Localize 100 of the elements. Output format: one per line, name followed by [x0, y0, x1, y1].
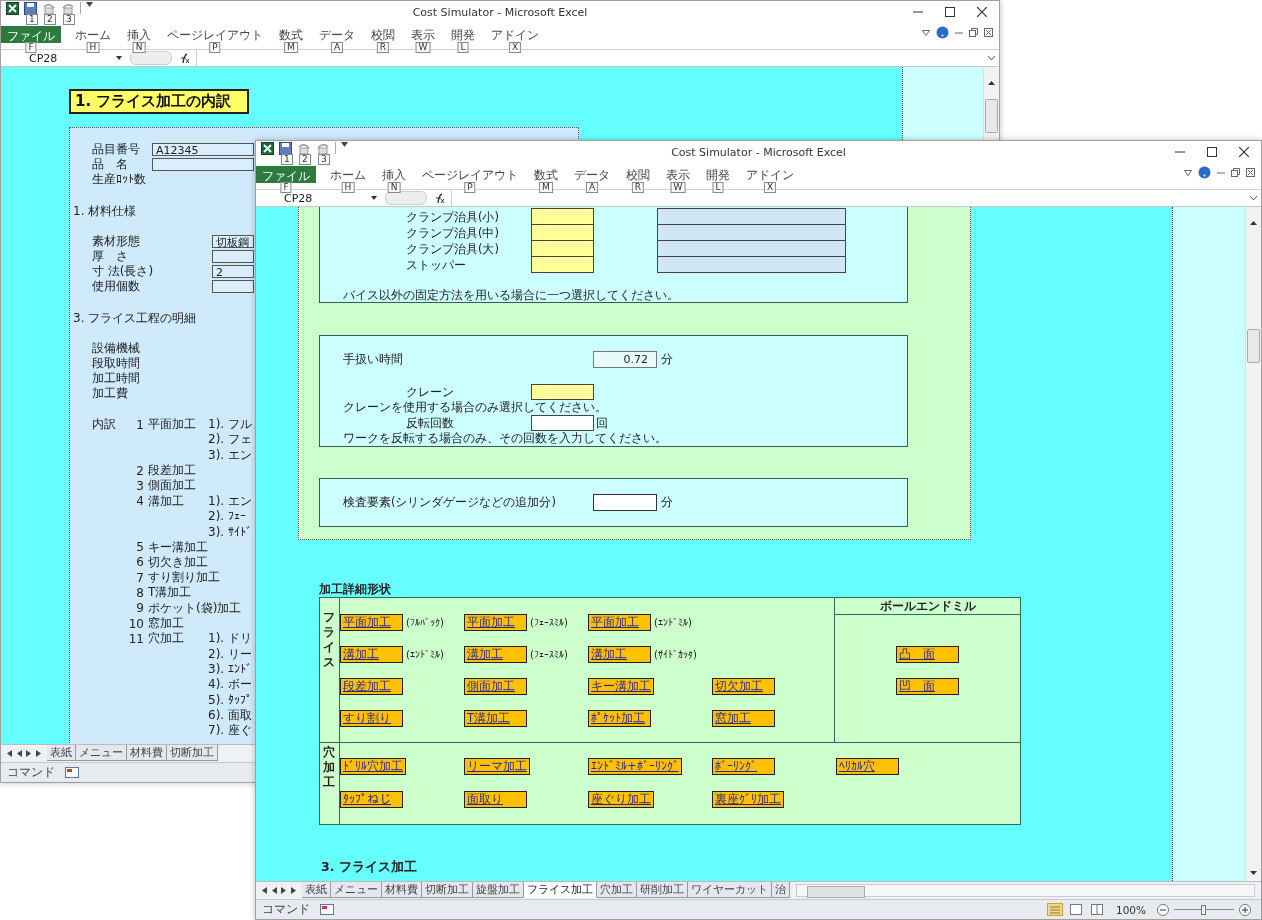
ribbon-tab[interactable]: ページレイアウト [165, 28, 265, 42]
sheet-tab[interactable]: 切断加工 [167, 745, 218, 761]
input-field[interactable]: 2 [212, 265, 254, 278]
ribbon-tab[interactable]: 挿入 [380, 168, 408, 182]
input-field[interactable] [152, 158, 254, 171]
ribbon-tab[interactable]: 数式 [532, 168, 560, 182]
link-button[interactable]: 平面加工 [464, 614, 527, 631]
collapse-ribbon-icon[interactable] [922, 29, 930, 36]
input-field[interactable] [212, 280, 254, 293]
zoom-out-icon[interactable] [1157, 903, 1169, 916]
link-button[interactable]: キー溝加工 [588, 678, 654, 695]
ribbon-tab[interactable]: アドイン [489, 28, 541, 42]
link-button[interactable]: 裏座ｸﾞﾘ加工 [712, 791, 784, 808]
link-button[interactable]: リーマ加工 [464, 758, 530, 775]
ribbon-tab[interactable]: 開発 [704, 168, 732, 182]
close-icon[interactable] [977, 7, 987, 17]
link-button[interactable]: 平面加工 [340, 614, 403, 631]
link-button[interactable]: ﾎﾞｰﾘﾝｸﾞ [712, 758, 775, 775]
function-icon[interactable] [433, 192, 445, 204]
dropdown-icon[interactable] [116, 56, 122, 60]
restore-icon[interactable] [1231, 168, 1240, 177]
down-arrow-icon[interactable] [1250, 871, 1257, 875]
sheet-tab[interactable]: 研削加工 [637, 882, 688, 898]
ribbon-tab[interactable]: データ [572, 168, 612, 182]
link-button[interactable]: すり割り [340, 710, 403, 727]
ribbon-tab[interactable]: 数式 [277, 28, 305, 42]
sheet-tab[interactable]: 旋盤加工 [473, 882, 524, 898]
close-icon[interactable] [984, 28, 993, 37]
sheet-tab[interactable]: 表紙 [47, 745, 76, 761]
selection-cell[interactable] [531, 384, 594, 400]
input-field[interactable] [657, 256, 846, 273]
sheet-tab[interactable]: 切断加工 [422, 882, 473, 898]
ribbon-tab[interactable]: ページレイアウト [420, 168, 520, 182]
slider-thumb[interactable] [1201, 904, 1206, 915]
function-icon[interactable] [178, 52, 190, 64]
expand-icon[interactable] [1250, 195, 1257, 201]
sheet-tab[interactable]: メニュー [331, 882, 382, 898]
link-button[interactable]: 段差加工 [340, 678, 403, 695]
save-icon[interactable] [279, 142, 292, 155]
sheet-tab[interactable]: 治 [772, 882, 790, 898]
link-button[interactable]: ﾀｯﾌﾟねじ [340, 791, 403, 808]
ribbon-tab[interactable]: 挿入 [125, 28, 153, 42]
link-button[interactable]: ｴﾝﾄﾞﾐﾙ+ﾎﾞｰﾘﾝｸﾞ [588, 758, 682, 775]
link-button[interactable]: 溝加工 [464, 646, 527, 663]
restore-icon[interactable] [969, 28, 978, 37]
close-icon[interactable] [1239, 147, 1249, 157]
macro-record-icon[interactable] [65, 767, 79, 778]
scroll-thumb[interactable] [1247, 329, 1260, 363]
save-icon[interactable] [24, 2, 37, 15]
link-button[interactable]: 凸 面 [896, 646, 959, 663]
input-field[interactable]: 切板鋼 [212, 235, 254, 248]
zoom-in-icon[interactable] [1239, 903, 1251, 916]
maximize-icon[interactable] [945, 7, 955, 17]
value-field[interactable]: 0.72 [593, 351, 657, 368]
link-button[interactable]: ﾎﾟｹｯﾄ加工 [588, 710, 651, 727]
dropdown-icon[interactable] [371, 196, 377, 200]
ribbon-tab[interactable]: 校閲 [369, 28, 397, 42]
sheet-tab[interactable]: 材料費 [127, 745, 167, 761]
sheet-tab[interactable]: メニュー [76, 745, 127, 761]
page-layout-icon[interactable] [1067, 903, 1084, 916]
input-field[interactable] [212, 250, 254, 263]
ribbon-tab[interactable]: データ [317, 28, 357, 42]
link-button[interactable]: T溝加工 [464, 710, 527, 727]
vertical-scrollbar[interactable] [1245, 207, 1261, 881]
spreadsheet-icon[interactable] [6, 2, 19, 15]
ribbon-tab[interactable]: アドイン [744, 168, 796, 182]
close-icon[interactable] [1246, 168, 1255, 177]
sheet-tab[interactable]: フライス加工 [524, 882, 597, 898]
selection-cell[interactable] [531, 256, 594, 273]
link-button[interactable]: ﾄﾞﾘﾙ穴加工 [340, 758, 406, 775]
ribbon-tab[interactable]: ホーム [73, 28, 113, 42]
ribbon-tab[interactable]: 開発 [449, 28, 477, 42]
help-icon[interactable] [1198, 166, 1211, 179]
link-button[interactable]: 溝加工 [340, 646, 403, 663]
macro-record-icon[interactable] [320, 904, 334, 915]
name-box[interactable]: CP28 [1, 51, 116, 65]
spreadsheet-icon[interactable] [261, 142, 274, 155]
expand-icon[interactable] [988, 55, 995, 61]
link-button[interactable]: 切欠加工 [712, 678, 775, 695]
link-button[interactable]: 側面加工 [464, 678, 527, 695]
sheet-tab[interactable]: 材料費 [382, 882, 422, 898]
link-button[interactable]: 面取り [464, 791, 527, 808]
scroll-thumb[interactable] [807, 886, 865, 898]
ribbon-tab[interactable]: 表示 [409, 28, 437, 42]
link-button[interactable]: 窓加工 [712, 710, 775, 727]
link-button[interactable]: 溝加工 [588, 646, 651, 663]
link-button[interactable]: 座ぐり加工 [588, 791, 654, 808]
ribbon-tab[interactable]: 表示 [664, 168, 692, 182]
up-arrow-icon[interactable] [988, 81, 995, 85]
sheet-tab[interactable]: 穴加工 [597, 882, 637, 898]
link-button[interactable]: ﾍﾘｶﾙ穴 [836, 758, 899, 775]
link-button[interactable]: 平面加工 [588, 614, 651, 631]
page-break-icon[interactable] [1088, 903, 1105, 916]
name-box[interactable]: CP28 [256, 191, 371, 205]
dropdown-icon[interactable] [86, 2, 93, 7]
input-field[interactable] [593, 494, 657, 511]
help-icon[interactable] [936, 26, 949, 39]
maximize-icon[interactable] [1207, 147, 1217, 157]
scroll-thumb[interactable] [985, 99, 998, 133]
up-arrow-icon[interactable] [1250, 221, 1257, 225]
